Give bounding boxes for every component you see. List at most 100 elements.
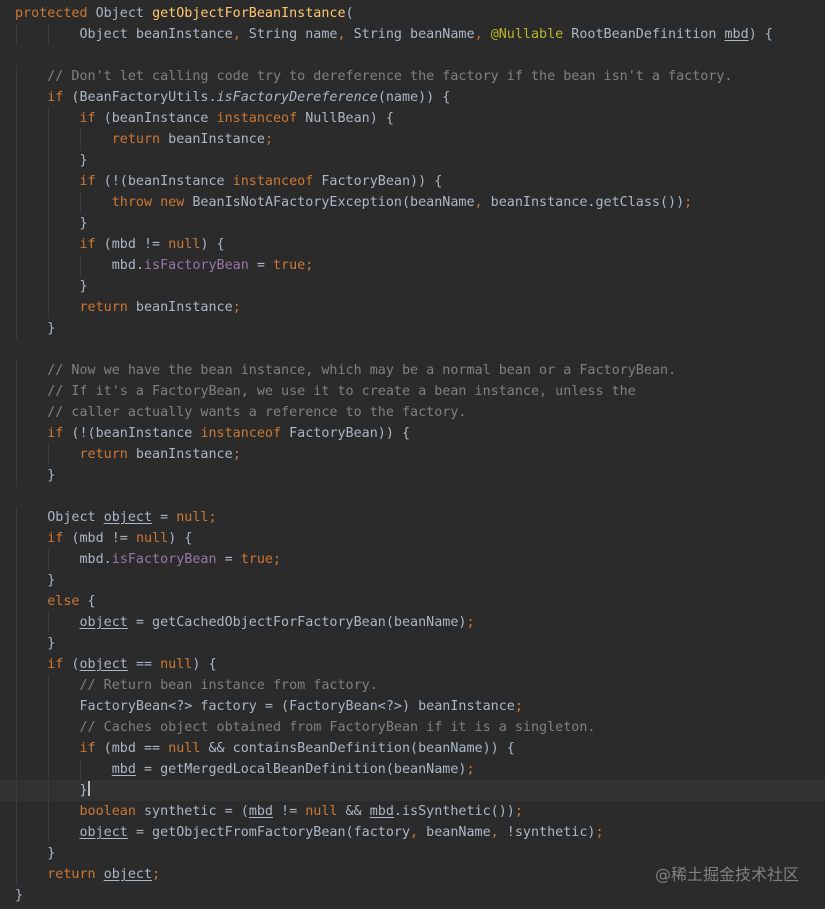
indent-guide: [48, 675, 49, 696]
code-line[interactable]: }: [0, 276, 825, 297]
code-line[interactable]: if (!(beanInstance instanceof FactoryBea…: [0, 171, 825, 192]
code-token-plain: }: [79, 783, 88, 798]
indent-guide: [16, 843, 17, 864]
code-line[interactable]: // Now we have the bean instance, which …: [0, 360, 825, 381]
code-line[interactable]: // Caches object obtained from FactoryBe…: [0, 717, 825, 738]
code-line[interactable]: mbd.isFactoryBean = true;: [0, 255, 825, 276]
code-line[interactable]: throw new BeanIsNotAFactoryException(bea…: [0, 192, 825, 213]
code-line[interactable]: // Return bean instance from factory.: [0, 675, 825, 696]
code-line[interactable]: boolean synthetic = (mbd != null && mbd.…: [0, 801, 825, 822]
code-line[interactable]: if (mbd == null && containsBeanDefinitio…: [0, 738, 825, 759]
code-token-plain: BeanIsNotAFactoryException(beanName: [184, 195, 475, 210]
code-line[interactable]: [0, 45, 825, 66]
code-line[interactable]: }: [0, 885, 825, 906]
code-editor[interactable]: protected Object getObjectForBeanInstanc…: [0, 0, 825, 909]
code-token-comment: // Now we have the bean instance, which …: [47, 363, 677, 378]
code-line[interactable]: if (BeanFactoryUtils.isFactoryDereferenc…: [0, 87, 825, 108]
code-line[interactable]: if (!(beanInstance instanceof FactoryBea…: [0, 423, 825, 444]
code-token-punct: ;: [232, 300, 241, 315]
code-line[interactable]: // caller actually wants a reference to …: [0, 402, 825, 423]
code-token-plain: (!(beanInstance: [95, 174, 233, 189]
indent-guide: [16, 360, 17, 381]
code-line[interactable]: }: [0, 780, 825, 801]
code-line[interactable]: return beanInstance;: [0, 297, 825, 318]
code-token-punct: ,: [474, 195, 483, 210]
code-token-keyword: return: [79, 447, 128, 462]
code-line[interactable]: // Don't let calling code try to derefer…: [0, 66, 825, 87]
code-token-plain: ==: [127, 657, 161, 672]
code-token-annotation: @Nullable: [490, 27, 564, 42]
code-token-underline: object: [103, 510, 153, 525]
code-line[interactable]: }: [0, 465, 825, 486]
indent-guide: [16, 66, 17, 87]
code-line[interactable]: mbd = getMergedLocalBeanDefinition(beanN…: [0, 759, 825, 780]
code-token-keyword: return: [47, 867, 96, 882]
code-line[interactable]: [0, 339, 825, 360]
code-line[interactable]: object = getObjectFromFactoryBean(factor…: [0, 822, 825, 843]
indent-guide: [16, 381, 17, 402]
code-token-plain: &&: [337, 804, 370, 819]
code-line[interactable]: }: [0, 570, 825, 591]
code-line[interactable]: object = getCachedObjectForFactoryBean(b…: [0, 612, 825, 633]
code-token-keyword: true;: [240, 552, 282, 567]
code-line[interactable]: if (beanInstance instanceof NullBean) {: [0, 108, 825, 129]
indent-guide: [48, 129, 49, 150]
code-lines: protected Object getObjectForBeanInstanc…: [0, 3, 825, 906]
indent-guide: [48, 24, 49, 45]
code-token-function: getObjectForBeanInstance: [152, 6, 346, 21]
code-token-plain: = getCachedObjectForFactoryBean(beanName…: [127, 615, 467, 630]
indent-guide: [16, 801, 17, 822]
code-line[interactable]: // If it's a FactoryBean, we use it to c…: [0, 381, 825, 402]
code-token-plain: {: [79, 594, 96, 609]
code-token-punct: ,: [337, 27, 346, 42]
code-token-plain: (beanInstance: [95, 111, 217, 126]
code-line[interactable]: }: [0, 318, 825, 339]
indent-guide: [16, 549, 17, 570]
code-line[interactable]: }: [0, 213, 825, 234]
code-token-comment: // Don't let calling code try to derefer…: [47, 69, 733, 84]
code-line[interactable]: [0, 486, 825, 507]
indent-guide: [16, 234, 17, 255]
code-line[interactable]: protected Object getObjectForBeanInstanc…: [0, 3, 825, 24]
code-token-plain: (!(beanInstance: [63, 426, 201, 441]
code-line[interactable]: if (object == null) {: [0, 654, 825, 675]
code-token-punct: ,: [410, 825, 419, 840]
indent-guide: [48, 150, 49, 171]
indent-guide: [16, 696, 17, 717]
code-line[interactable]: }: [0, 150, 825, 171]
code-token-punct: ;: [595, 825, 604, 840]
code-token-keyword: null: [305, 804, 338, 819]
code-token-keyword: null;: [176, 510, 217, 525]
code-line[interactable]: mbd.isFactoryBean = true;: [0, 549, 825, 570]
code-line[interactable]: }: [0, 633, 825, 654]
code-line[interactable]: if (mbd != null) {: [0, 234, 825, 255]
indent-guide: [16, 507, 17, 528]
code-line[interactable]: return beanInstance;: [0, 129, 825, 150]
code-line[interactable]: return beanInstance;: [0, 444, 825, 465]
indent-guide: [16, 780, 17, 801]
code-line[interactable]: Object object = null;: [0, 507, 825, 528]
code-token-plain: }: [47, 321, 56, 336]
code-line[interactable]: Object beanInstance, String name, String…: [0, 24, 825, 45]
code-token-plain: String name: [240, 27, 338, 42]
code-token-plain: }: [47, 468, 56, 483]
code-token-keyword: if: [79, 237, 96, 252]
code-line[interactable]: else {: [0, 591, 825, 612]
code-line[interactable]: FactoryBean<?> factory = (FactoryBean<?>…: [0, 696, 825, 717]
code-token-plain: && containsBeanDefinition(beanName)) {: [200, 741, 515, 756]
code-token-keyword: if: [47, 426, 64, 441]
code-line[interactable]: if (mbd != null) {: [0, 528, 825, 549]
code-token-plain: beanInstance: [160, 132, 265, 147]
code-token-plain: mbd.: [79, 552, 112, 567]
indent-guide: [16, 24, 17, 45]
indent-guide: [16, 129, 17, 150]
code-token-field: isFactoryBean: [144, 258, 249, 273]
code-token-keyword: null: [160, 657, 193, 672]
indent-guide: [48, 696, 49, 717]
indent-guide: [16, 675, 17, 696]
code-token-plain: beanInstance: [127, 447, 233, 462]
